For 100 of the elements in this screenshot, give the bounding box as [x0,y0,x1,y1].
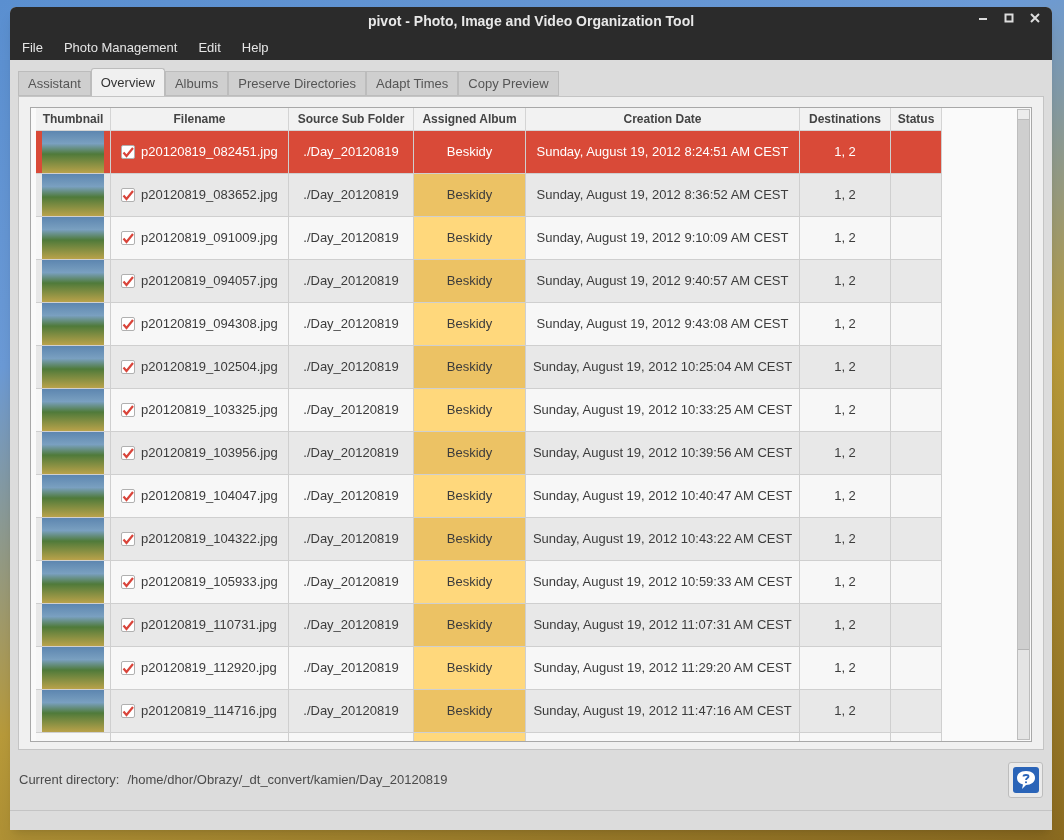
scrollbar-thumb[interactable] [1018,120,1029,650]
checkmark-icon [122,146,134,158]
photo-placeholder [42,389,104,431]
table-cell-text: p20120819_103325.jpg [141,401,278,420]
table-row[interactable]: p20120819_110731.jpg ./Day_20120819 Beskidy Sunday, August 19, 2012 11:07:31 AM CEST 1, 2 [36,604,942,647]
table-cell: Beskidy [414,561,526,604]
tab[interactable]: Overview [90,68,165,96]
table-cell: Beskidy [414,389,526,432]
tab[interactable]: Copy Preview [458,71,559,96]
table-row[interactable]: p20120819_114716.jpg ./Day_20120819 Beskidy Sunday, August 19, 2012 11:47:16 AM CEST 1, 2 [36,690,942,733]
menu-item[interactable]: Help [241,37,269,58]
checkmark-icon [122,361,134,373]
menu-item[interactable]: Photo Management [63,37,178,58]
table-cell: Beskidy [414,346,526,389]
menu-item[interactable]: File [22,37,43,58]
table-cell: Beskidy [414,260,526,303]
table-cell-text: p20120819_094057.jpg [141,272,278,291]
checkbox[interactable] [121,317,135,331]
checkmark-icon [122,189,134,201]
table-row[interactable]: p20120819_103956.jpg ./Day_20120819 Beskidy Sunday, August 19, 2012 10:39:56 AM CEST 1, 2 [36,432,942,475]
table-row[interactable]: p20120819_104047.jpg ./Day_20120819 Beskidy Sunday, August 19, 2012 10:40:47 AM CEST 1, 2 [36,475,942,518]
table-cell-text: p20120819_104047.jpg [141,487,278,506]
table-cell: Beskidy [414,174,526,217]
table-cell-text: p20120819_105933.jpg [141,573,278,592]
photo-placeholder [42,346,104,388]
table-cell: Beskidy [414,518,526,561]
table-cell-text: p20120819_114716.jpg [141,702,277,721]
tab[interactable]: Preserve Directories [228,71,367,96]
photo-placeholder [42,690,104,732]
checkbox[interactable] [121,489,135,503]
status-label: Current directory: [19,771,120,790]
checkbox[interactable] [121,360,135,374]
photo-placeholder [42,518,104,560]
tab[interactable]: Adapt Times [366,71,459,96]
table-row[interactable]: p20120819_104322.jpg ./Day_20120819 Beskidy Sunday, August 19, 2012 10:43:22 AM CEST 1, 2 [36,518,942,561]
directory-path: /home/dhor/Obrazy/_dt_convert/kamien/Day_20120819 [127,771,448,790]
column-header[interactable]: Destinations [800,108,891,131]
checkmark-icon [122,705,134,717]
checkmark-icon [122,490,134,502]
checkmark-icon [122,447,134,459]
table-cell: Beskidy [414,690,526,733]
checkmark-icon [122,619,134,631]
checkbox[interactable] [121,575,135,589]
photo-placeholder [42,647,104,689]
vertical-scrollbar[interactable] [1017,109,1030,740]
table-row[interactable]: p20120819_103325.jpg ./Day_20120819 Beskidy Sunday, August 19, 2012 10:33:25 AM CEST 1, 2 [36,389,942,432]
checkmark-icon [122,318,134,330]
menu-item[interactable]: Edit [198,37,221,58]
photo-placeholder [42,260,104,302]
tab[interactable]: Albums [164,71,229,96]
photo-placeholder [42,174,104,216]
checkmark-icon [122,275,134,287]
help-button[interactable] [1008,762,1043,798]
close-icon[interactable] [1030,13,1040,23]
photo-placeholder [42,604,104,646]
checkbox[interactable] [121,274,135,288]
tab[interactable]: Assistant [18,71,91,96]
column-header[interactable]: Assigned Album [414,108,526,131]
photo-placeholder [42,475,104,517]
checkmark-icon [122,404,134,416]
table-cell-text: p20120819_083652.jpg [141,186,278,205]
column-header[interactable]: Status [891,108,942,131]
table-row[interactable]: p20120819_091009.jpg ./Day_20120819 Beskidy Sunday, August 19, 2012 9:10:09 AM CEST 1, 2 [36,217,942,260]
checkbox[interactable] [121,618,135,632]
photo-placeholder [42,131,104,173]
table-row[interactable]: p20120819_083652.jpg ./Day_20120819 Beskidy Sunday, August 19, 2012 8:36:52 AM CEST 1, 2 [36,174,942,217]
table-row[interactable]: p20120819_105933.jpg ./Day_20120819 Beskidy Sunday, August 19, 2012 10:59:33 AM CEST 1, 2 [36,561,942,604]
photo-placeholder [42,432,104,474]
checkmark-icon [122,576,134,588]
table-cell-text: p20120819_112920.jpg [141,659,277,678]
column-header[interactable]: Source Sub Folder [289,108,414,131]
column-header[interactable]: Thumbnail [36,108,111,131]
table-cell: Beskidy [414,303,526,346]
photo-placeholder [42,303,104,345]
table-cell: Beskidy [414,432,526,475]
table-cell-text: p20120819_102504.jpg [141,358,278,377]
table-row[interactable]: p20120819_112920.jpg ./Day_20120819 Beskidy Sunday, August 19, 2012 11:29:20 AM CEST 1, 2 [36,647,942,690]
checkbox[interactable] [121,704,135,718]
table-cell-text: p20120819_091009.jpg [141,229,278,248]
checkbox[interactable] [121,446,135,460]
column-header[interactable]: Creation Date [526,108,800,131]
checkbox[interactable] [121,231,135,245]
window-title: pivot - Photo, Image and Video Organization Tool [367,11,695,31]
table-row[interactable]: p20120819_094308.jpg ./Day_20120819 Beskidy Sunday, August 19, 2012 9:43:08 AM CEST 1, 2 [36,303,942,346]
table-row[interactable]: p20120819_082451.jpg ./Day_20120819 Beskidy Sunday, August 19, 2012 8:24:51 AM CEST 1, 2 [36,131,942,174]
table-cell: Beskidy [414,647,526,690]
checkbox[interactable] [121,145,135,159]
checkbox[interactable] [121,188,135,202]
table-row[interactable]: p20120819_102504.jpg ./Day_20120819 Beskidy Sunday, August 19, 2012 10:25:04 AM CEST 1, 2 [36,346,942,389]
table-cell-text: p20120819_094308.jpg [141,315,278,334]
checkbox[interactable] [121,532,135,546]
table-cell-text: p20120819_104322.jpg [141,530,278,549]
table-cell-text: p20120819_082451.jpg [141,143,278,162]
column-header[interactable]: Filename [111,108,289,131]
maximize-icon[interactable] [1004,13,1014,23]
checkbox[interactable] [121,661,135,675]
checkmark-icon [122,232,134,244]
table-cell: Beskidy [414,475,526,518]
checkbox[interactable] [121,403,135,417]
table-row[interactable]: p20120819_094057.jpg ./Day_20120819 Beskidy Sunday, August 19, 2012 9:40:57 AM CEST 1, 2 [36,260,942,303]
